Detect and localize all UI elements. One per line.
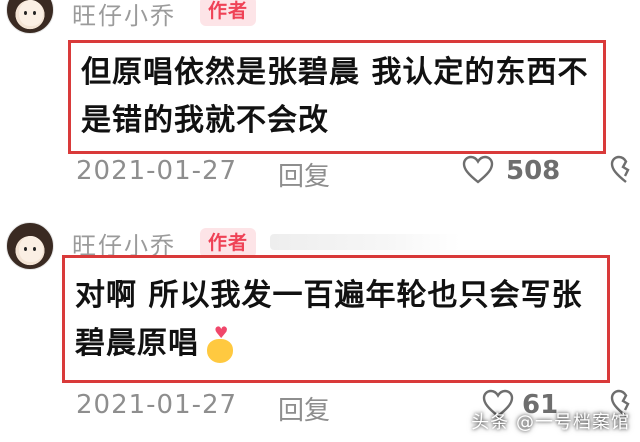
comment-text-highlight: 对啊 所以我发一百遍年轮也只会写张 碧晨原唱 ♥ bbox=[62, 255, 610, 383]
watermark-text: 头条 @一号档案馆 bbox=[471, 412, 630, 433]
username[interactable]: 旺仔小乔 bbox=[72, 0, 176, 31]
avatar-face bbox=[19, 236, 43, 262]
comment-text-line-wrap: 碧晨原唱 ♥ bbox=[75, 320, 597, 368]
author-badge: 作者 bbox=[200, 0, 257, 26]
watermark: 头条 @一号档案馆 bbox=[471, 408, 630, 434]
avatar-eye bbox=[24, 11, 27, 15]
blurred-text bbox=[270, 234, 460, 250]
comment-date: 2021-01-27 bbox=[76, 156, 238, 186]
comment-text-line: 但原唱依然是张碧晨 我认定的东西不 bbox=[81, 55, 589, 90]
comment-text-line: 碧晨原唱 bbox=[75, 326, 199, 361]
comment-text-highlight: 但原唱依然是张碧晨 我认定的东西不 是错的我就不会改 bbox=[68, 40, 606, 154]
reply-button[interactable]: 回复 bbox=[278, 156, 330, 193]
broken-heart-dislike-icon[interactable] bbox=[610, 154, 640, 186]
author-badge: 作者 bbox=[200, 228, 257, 258]
avatar-eye bbox=[33, 247, 36, 251]
heart-like-icon[interactable] bbox=[462, 154, 494, 186]
avatar[interactable] bbox=[6, 222, 54, 270]
like-count: 508 bbox=[506, 156, 561, 186]
avatar-face bbox=[19, 0, 43, 26]
finger-heart-emoji-icon: ♥ bbox=[205, 324, 235, 365]
comment-item: 旺仔小乔 作者 但原唱依然是张碧晨 我认定的东西不 是错的我就不会改 2021-… bbox=[0, 0, 640, 205]
avatar-eye bbox=[33, 11, 36, 15]
reply-button[interactable]: 回复 bbox=[278, 390, 330, 427]
avatar[interactable] bbox=[6, 0, 54, 34]
comment-text-line: 对啊 所以我发一百遍年轮也只会写张 bbox=[75, 278, 583, 313]
hand-icon bbox=[207, 338, 233, 363]
comment-date: 2021-01-27 bbox=[76, 390, 238, 420]
avatar-eye bbox=[24, 247, 27, 251]
comment-text-line: 是错的我就不会改 bbox=[81, 103, 329, 138]
